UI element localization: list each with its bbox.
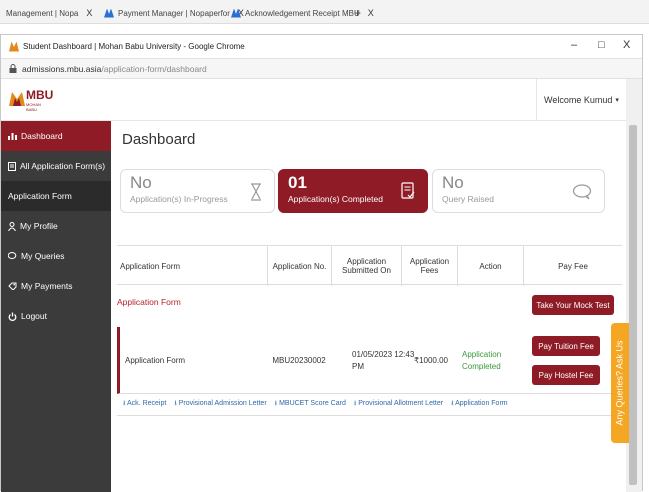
card-label: Query Raised — [442, 194, 494, 204]
in-progress-card[interactable]: No Application(s) In-Progress — [120, 169, 275, 213]
document-links: ⭳ Ack. Receipt ⭳ Provisional Admission L… — [117, 394, 622, 416]
pay-hostel-fee-button[interactable]: Pay Hostel Fee — [532, 365, 600, 385]
download-link[interactable]: ⭳ Application Form — [451, 399, 508, 410]
queries-card[interactable]: No Query Raised — [432, 169, 605, 213]
url-domain: admissions.mbu.asia — [22, 63, 102, 74]
link-label: Provisional Allotment Letter — [358, 400, 444, 407]
download-link[interactable]: ⭳ Provisional Allotment Letter — [354, 399, 443, 410]
sidebar-item-logout[interactable]: Logout — [1, 301, 111, 331]
sidebar-item-label: My Queries — [21, 251, 65, 261]
link-label: Ack. Receipt — [127, 400, 167, 407]
sidebar-item-label: Dashboard — [21, 131, 63, 141]
col-header: Application Fees — [401, 246, 457, 286]
card-label: Application(s) In-Progress — [130, 194, 228, 204]
main-content: Dashboard No Application(s) In-Progress … — [111, 121, 626, 492]
col-header: Action — [457, 246, 523, 286]
cell-fees: ₹1000.00 — [413, 356, 448, 365]
link-label: MBUCET Score Card — [279, 400, 346, 407]
download-link[interactable]: ⭳ MBUCET Score Card — [275, 399, 346, 410]
bar-chart-icon — [8, 133, 17, 140]
mbu-favicon-icon — [104, 8, 114, 18]
sidebar-item-label: Application Form — [8, 191, 72, 201]
user-menu[interactable]: Welcome Kumud ▾ — [536, 79, 626, 121]
scrollbar-thumb[interactable] — [629, 125, 637, 485]
col-header: Pay Fee — [523, 246, 622, 286]
outer-tab[interactable]: Management | Nopa X — [0, 3, 98, 23]
user-icon — [8, 221, 16, 231]
any-queries-tab[interactable]: Any Queries? Ask Us — [611, 323, 629, 443]
caret-down-icon: ▾ — [615, 97, 619, 104]
status-badge: Application Completed — [462, 349, 502, 371]
sidebar-item-label: My Payments — [21, 281, 73, 291]
list-icon — [8, 161, 16, 171]
app-header: MBU MOHAN BABU Welcome Kumud ▾ — [1, 79, 626, 121]
download-link[interactable]: ⭳ Ack. Receipt — [123, 399, 166, 410]
tab-label: Payment Manager | Nopaperfor — [118, 8, 230, 18]
mbu-favicon-icon — [9, 41, 19, 52]
tab-label: Acknowledgement Receipt MBU — [245, 8, 360, 18]
card-count: 01 — [288, 173, 307, 192]
maximize-button[interactable]: □ — [598, 39, 605, 51]
mbu-logo[interactable]: MBU MOHAN BABU — [9, 84, 54, 116]
section-label: Application Form — [117, 297, 181, 307]
table-header-row: Application Form Application No. Applica… — [117, 245, 622, 286]
completed-card[interactable]: 01 Application(s) Completed — [278, 169, 428, 213]
window-titlebar: Student Dashboard | Mohan Babu Universit… — [1, 35, 642, 59]
tab-label: Management | Nopa — [6, 8, 79, 18]
cell-form: Application Form — [125, 356, 186, 365]
payment-icon — [8, 282, 17, 290]
card-label: Application(s) Completed — [288, 194, 383, 204]
chat-icon — [8, 252, 17, 259]
sidebar-item-my-queries[interactable]: My Queries — [1, 241, 111, 271]
sidebar-item-dashboard[interactable]: Dashboard — [1, 121, 111, 151]
mbu-favicon-icon — [231, 8, 241, 18]
browser-window: Student Dashboard | Mohan Babu Universit… — [0, 34, 643, 492]
sidebar-item-application-form[interactable]: Application Form — [1, 181, 111, 211]
page-title: Dashboard — [122, 131, 196, 148]
address-bar[interactable]: admissions.mbu.asia /application-form/da… — [1, 59, 642, 79]
download-link[interactable]: ⭳ Provisional Admission Letter — [174, 399, 266, 410]
window-title: Student Dashboard | Mohan Babu Universit… — [23, 42, 245, 51]
outer-tab-strip: Management | Nopa X Payment Manager | No… — [0, 0, 649, 24]
welcome-text: Welcome Kumud — [544, 95, 613, 105]
mock-test-button[interactable]: Take Your Mock Test — [532, 295, 614, 315]
pay-tuition-fee-button[interactable]: Pay Tuition Fee — [532, 336, 600, 356]
logo-text: MBU — [26, 88, 54, 102]
cell-application-no: MBU20230002 — [272, 356, 326, 365]
col-header: Application Submitted On — [331, 246, 401, 286]
sidebar: Dashboard All Application Form(s) Applic… — [1, 121, 111, 492]
sidebar-item-my-profile[interactable]: My Profile — [1, 211, 111, 241]
card-count: No — [442, 173, 464, 192]
link-label: Application Form — [455, 400, 508, 407]
document-check-icon — [401, 182, 415, 199]
close-icon[interactable]: X — [86, 8, 92, 18]
table-row: Application Form MBU20230002 01/05/2023 … — [117, 327, 622, 394]
logo-subtext: MOHAN BABU — [26, 102, 41, 112]
minimize-button[interactable]: – — [571, 39, 577, 51]
power-icon — [8, 312, 17, 321]
sidebar-item-all-application-forms[interactable]: All Application Form(s) — [1, 151, 111, 181]
col-header: Application No. — [267, 246, 331, 286]
col-header: Application Form — [120, 261, 181, 271]
sidebar-item-label: All Application Form(s) — [20, 161, 106, 171]
any-queries-label: Any Queries? Ask Us — [615, 340, 626, 426]
sidebar-item-label: Logout — [21, 311, 47, 321]
close-icon[interactable]: X — [368, 8, 374, 18]
new-tab-button[interactable]: + — [348, 3, 367, 23]
hourglass-icon — [251, 183, 261, 201]
sidebar-item-my-payments[interactable]: My Payments — [1, 271, 111, 301]
close-window-button[interactable]: X — [623, 39, 630, 51]
mbu-emblem-icon — [9, 92, 25, 106]
card-count: No — [130, 173, 152, 192]
lock-icon — [9, 64, 17, 73]
link-label: Provisional Admission Letter — [178, 400, 267, 407]
url-path: /application-form/dashboard — [101, 63, 207, 74]
sidebar-item-label: My Profile — [20, 221, 58, 231]
speech-bubble-icon — [572, 184, 592, 200]
